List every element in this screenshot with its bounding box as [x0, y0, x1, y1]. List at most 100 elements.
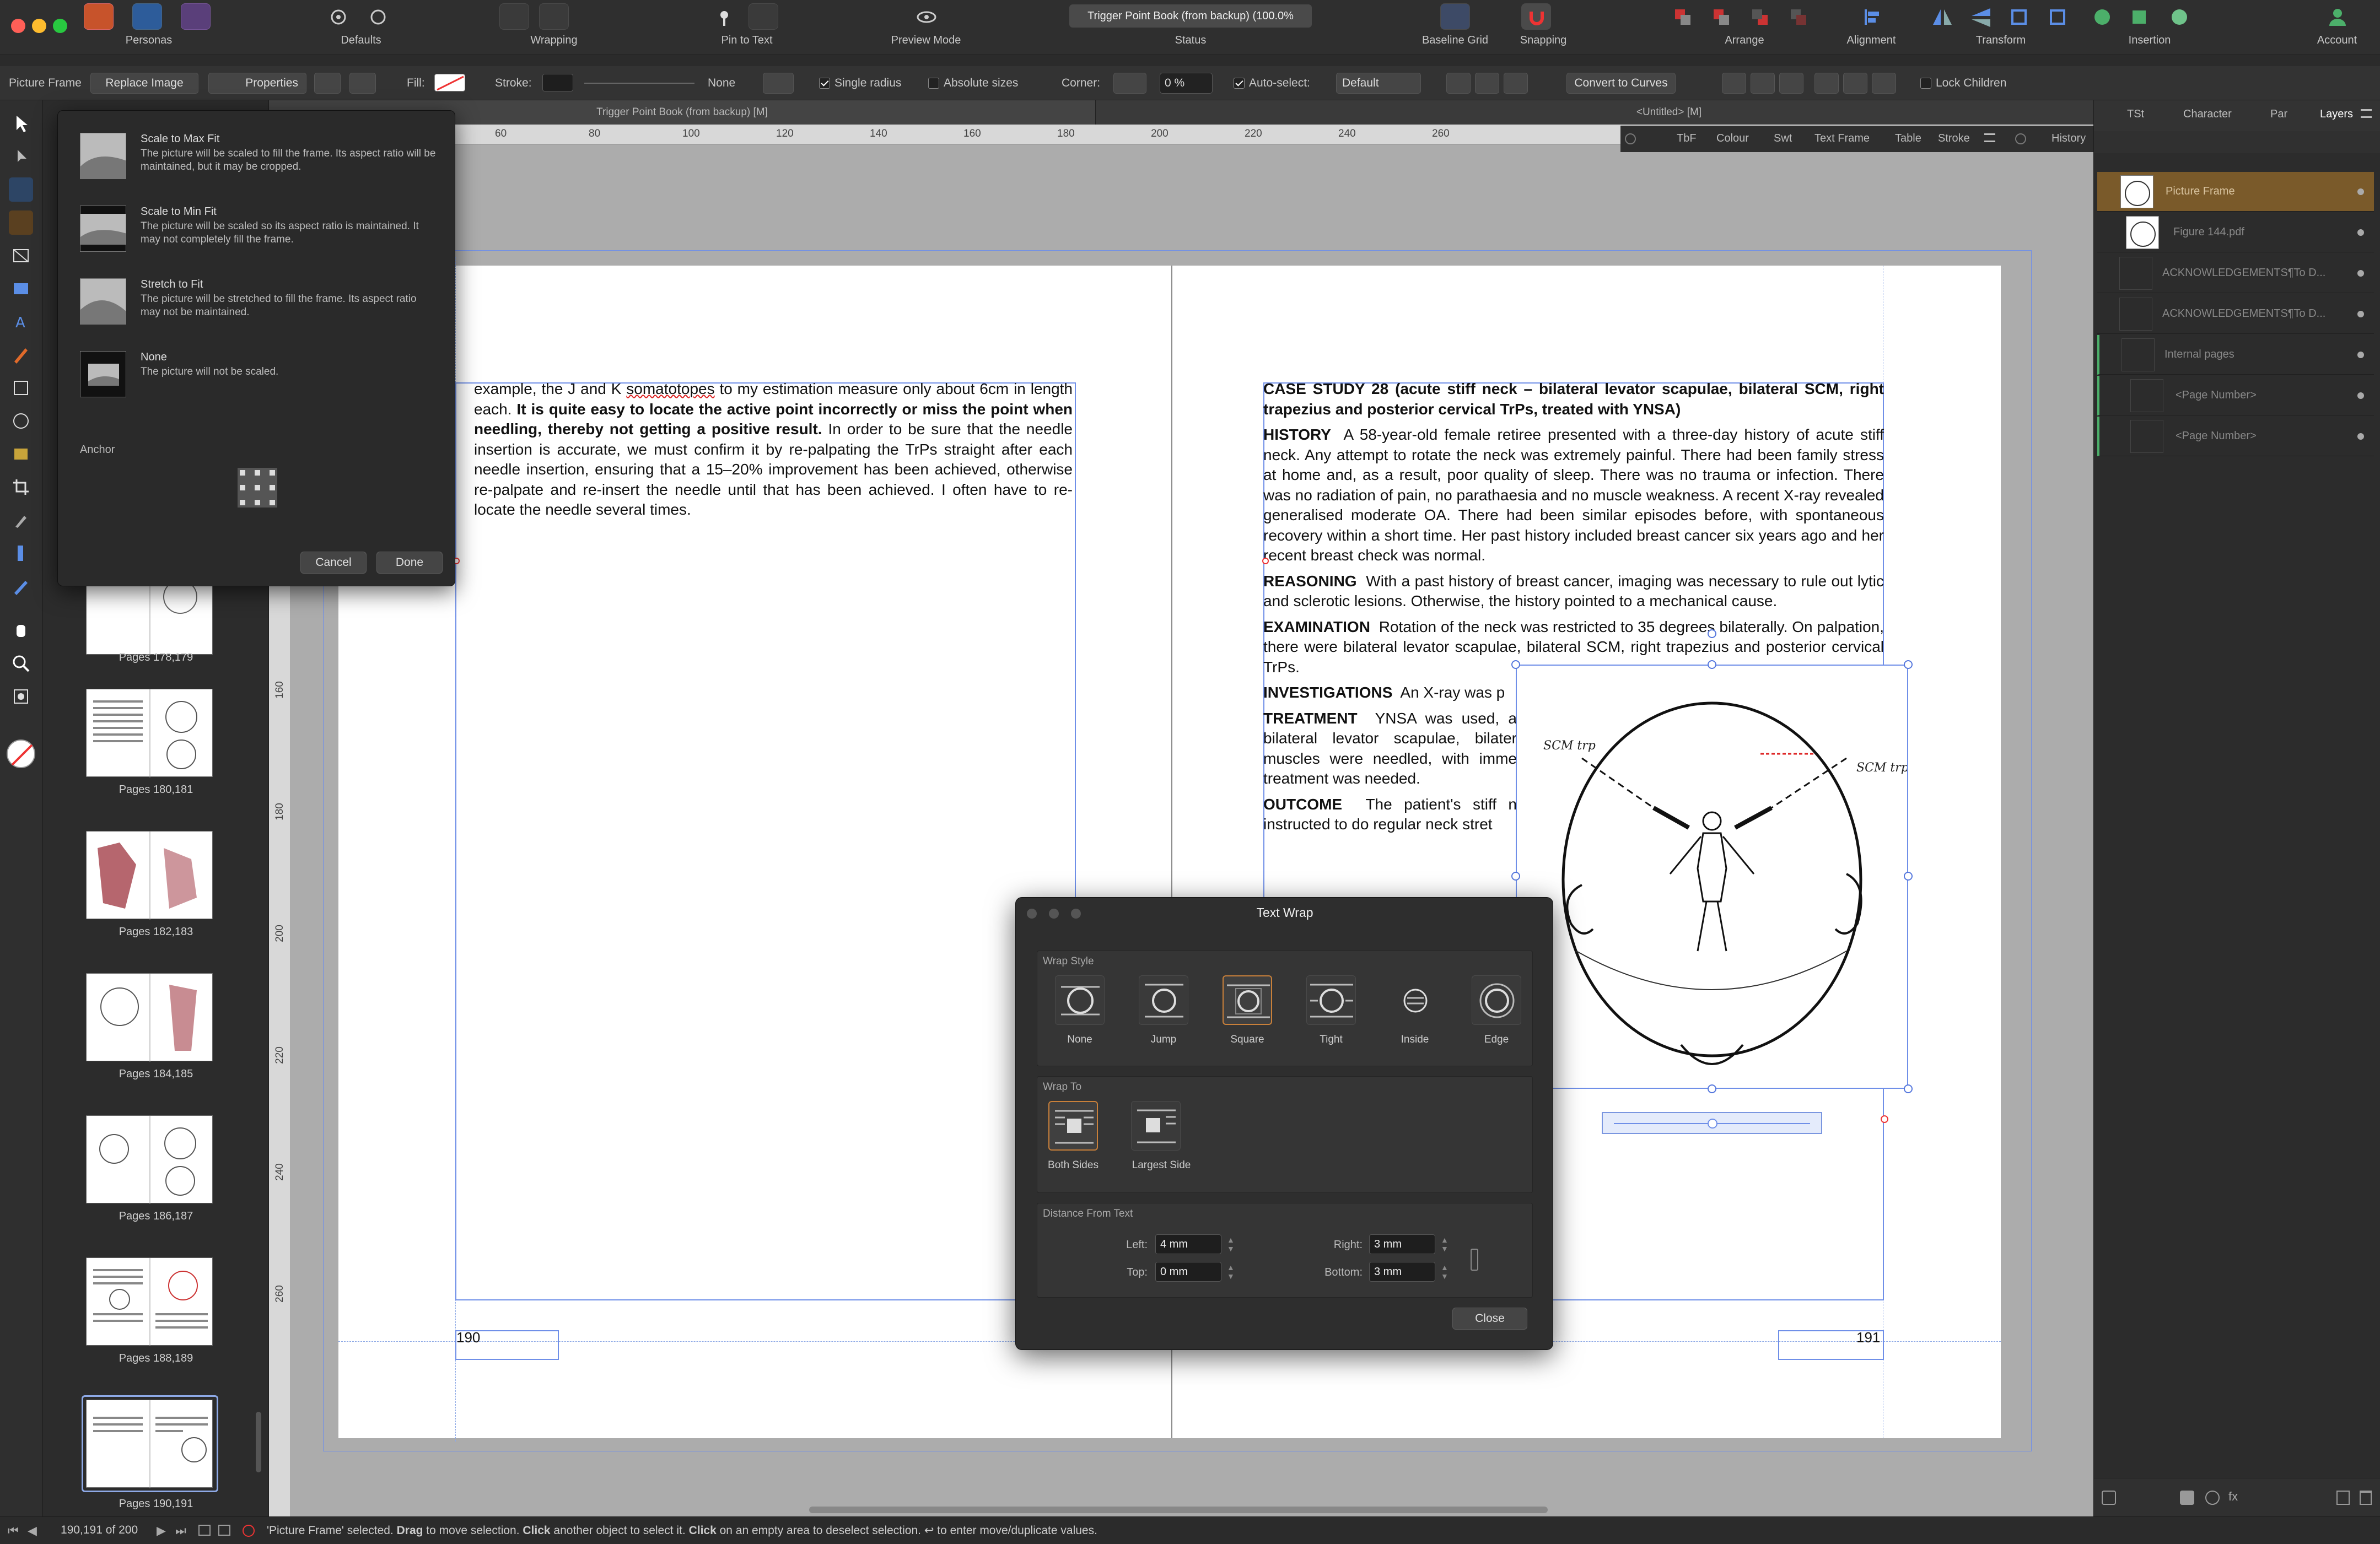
bottom-distance-stepper[interactable]: ▲ ▼ [1441, 1263, 1449, 1281]
account-user-icon[interactable] [2322, 3, 2352, 30]
transform-snap-icon[interactable] [1504, 73, 1528, 94]
layer-visibility-dot[interactable] [2357, 392, 2364, 399]
tab-layers[interactable]: Layers [2320, 108, 2353, 121]
artistic-text-tool-icon[interactable]: A [9, 310, 33, 334]
flip-horizontal-icon[interactable] [1927, 3, 1957, 30]
layer-visibility-dot[interactable] [2357, 433, 2364, 440]
resize-handle-tm[interactable] [1708, 660, 1716, 669]
done-button[interactable]: Done [376, 552, 443, 574]
defaults-revert-icon[interactable] [363, 3, 392, 30]
layer-page-number-1[interactable]: <Page Number> [2097, 376, 2374, 415]
pen-tool-icon[interactable] [9, 343, 33, 367]
anchor-grid[interactable] [238, 468, 277, 508]
layer-internal-pages[interactable]: Internal pages [2097, 335, 2374, 375]
tab-colour[interactable]: Colour [1716, 132, 1749, 145]
alignment-icon[interactable] [1856, 3, 1886, 30]
layer-acknowledgements-1[interactable]: ACKNOWLEDGEMENTS¶To D... [2097, 253, 2374, 293]
delete-layer-icon[interactable] [2360, 1491, 2372, 1505]
right-distance-stepper[interactable]: ▲ ▼ [1441, 1235, 1449, 1253]
stretch-to-fit-option[interactable]: Stretch to Fit The picture will be stret… [80, 278, 444, 339]
top-distance-stepper[interactable]: ▲ ▼ [1227, 1263, 1235, 1281]
publisher-persona-icon[interactable] [84, 3, 114, 30]
vector-crop-tool-icon[interactable] [9, 541, 33, 565]
resize-handle-mr[interactable] [1904, 872, 1913, 881]
auto-select-checkbox[interactable]: Auto-select: [1234, 66, 1310, 100]
wrap-toggle-icon[interactable] [579, 3, 609, 30]
layer-visibility-dot[interactable] [2357, 311, 2364, 317]
link-distances-icon[interactable] [1471, 1249, 1478, 1271]
document-status-pill[interactable]: Trigger Point Book (from backup) (100.0% [1069, 4, 1312, 28]
defaults-gear-icon[interactable] [323, 3, 353, 30]
horizontal-scrollbar[interactable] [809, 1507, 1548, 1513]
wrap-style-jump-button[interactable] [1139, 975, 1188, 1025]
baseline-grid-icon[interactable] [1440, 3, 1470, 30]
layer-options-icon[interactable] [2102, 1491, 2116, 1505]
doc-tab-untitled[interactable]: <Untitled> [M] [1504, 100, 1834, 125]
place-image-tool-icon[interactable] [9, 277, 33, 301]
single-radius-checkbox[interactable]: Single radius [819, 66, 901, 100]
mask-layer-icon[interactable] [2180, 1491, 2194, 1505]
wrap-style-tight-button[interactable] [1306, 975, 1356, 1025]
layer-visibility-dot[interactable] [2357, 270, 2364, 277]
last-page-button[interactable]: ⏭ [175, 1524, 186, 1538]
layer-acknowledgements-2[interactable]: ACKNOWLEDGEMENTS¶To D... [2097, 294, 2374, 334]
corner-value-input[interactable]: 0 % [1160, 73, 1213, 94]
layer-visibility-dot[interactable] [2357, 188, 2364, 195]
align-top-icon[interactable] [1814, 73, 1839, 94]
left-body-text[interactable]: example, the J and K somatotopes to my e… [474, 379, 1073, 520]
frame-text-tool-icon[interactable] [9, 177, 33, 202]
rotate-right-icon[interactable] [2043, 3, 2072, 30]
wrap-style-square-button[interactable] [1223, 975, 1272, 1025]
move-forward-one-icon[interactable] [1745, 3, 1775, 30]
transform-handle-icon[interactable] [1475, 73, 1499, 94]
photo-persona-icon[interactable] [132, 3, 162, 30]
stroke-settings-gear-icon[interactable] [763, 73, 794, 94]
align-left-icon[interactable] [1722, 73, 1746, 94]
flip-vertical-icon[interactable] [1966, 3, 1995, 30]
fill-tool-icon[interactable] [9, 574, 33, 598]
left-distance-stepper[interactable]: ▲ ▼ [1227, 1235, 1235, 1253]
strip-close-icon[interactable] [1625, 133, 1636, 144]
fill-stroke-color-well[interactable] [7, 739, 35, 768]
frame-fit-icon[interactable] [314, 73, 341, 94]
node-tool-icon[interactable] [9, 144, 33, 169]
crop-tool-icon[interactable] [9, 475, 33, 499]
top-distance-input[interactable]: 0 mm [1155, 1262, 1221, 1282]
wrap-style-edge-button[interactable] [1472, 975, 1521, 1025]
resize-handle-tl[interactable] [1511, 660, 1520, 669]
zoom-tool-icon[interactable] [9, 651, 33, 676]
resize-handle-br[interactable] [1904, 1084, 1913, 1093]
replace-image-button[interactable]: Replace Image [90, 73, 198, 94]
transform-origin-icon[interactable] [1446, 73, 1471, 94]
properties-button[interactable]: Properties [208, 73, 306, 94]
picture-scale-slider[interactable] [1602, 1112, 1822, 1134]
rectangle-tool-icon[interactable] [9, 376, 33, 400]
tab-swatches[interactable]: Swt [1774, 132, 1792, 145]
preview-mode-group[interactable]: Preview Mode [882, 0, 970, 55]
right-distance-input[interactable]: 3 mm [1369, 1234, 1435, 1254]
tab-character[interactable]: Character [2183, 108, 2232, 121]
resize-handle-ml[interactable] [1511, 872, 1520, 881]
close-button[interactable]: Close [1452, 1308, 1527, 1330]
history-close-icon[interactable] [2015, 133, 2026, 144]
placed-object-tool-icon[interactable] [9, 684, 33, 709]
zoom-window-button[interactable] [53, 19, 67, 33]
view-mode-icon[interactable] [198, 1525, 211, 1536]
align-center-icon[interactable] [1751, 73, 1775, 94]
insert-inside-icon[interactable] [2087, 3, 2117, 30]
layer-visibility-dot[interactable] [2357, 229, 2364, 236]
wrap-style-none-button[interactable] [1055, 975, 1105, 1025]
designer-persona-icon[interactable] [181, 3, 211, 30]
rotate-handle[interactable] [1708, 629, 1716, 638]
adjustment-layer-icon[interactable] [2205, 1491, 2220, 1505]
fx-icon[interactable]: fx [2228, 1489, 2238, 1504]
align-middle-icon[interactable] [1843, 73, 1867, 94]
next-page-button[interactable]: ▶ [157, 1524, 166, 1538]
frame-scale-icon[interactable] [349, 73, 376, 94]
strip-menu-icon[interactable] [1984, 133, 1995, 142]
pin-icon[interactable] [709, 3, 739, 30]
pages-scrollbar[interactable] [256, 1412, 261, 1472]
view-hand-tool-icon[interactable] [9, 618, 33, 643]
tab-text-frame[interactable]: Text Frame [1814, 132, 1870, 145]
align-bottom-icon[interactable] [1872, 73, 1896, 94]
